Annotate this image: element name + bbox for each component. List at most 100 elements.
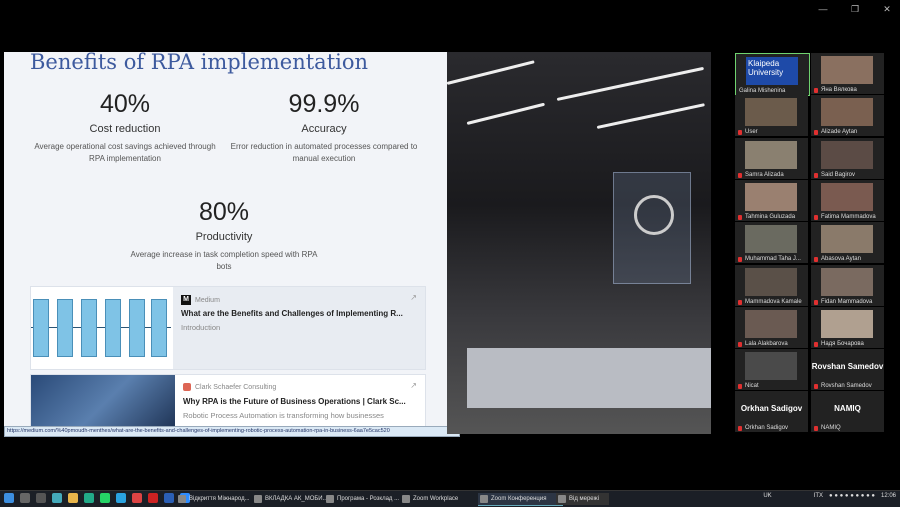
participant-tile[interactable]: Klaipeda University Galina Mishenina [735,53,810,96]
participant-tile[interactable]: Lala Alakbarova [735,306,808,348]
participant-tile[interactable]: Abasova Aytan [811,222,884,264]
participant-video [821,98,873,127]
search-icon[interactable] [20,493,30,503]
participant-video [821,182,873,211]
mic-muted-icon [738,384,742,390]
mic-muted-icon [814,172,818,178]
participant-tile[interactable]: Muhammad Taha J... [735,222,808,264]
mic-muted-icon [814,214,818,220]
participant-video [745,267,797,296]
taskview-icon[interactable] [36,493,46,503]
close-icon[interactable]: ✕ [880,4,894,15]
participant-tile[interactable]: Яна Вялкова [811,53,884,94]
mic-muted-icon [738,426,742,432]
card-image [31,287,171,369]
participant-video [821,225,873,254]
participant-tile[interactable]: Orkhan Sadigov Orkhan Sadigov [735,391,808,433]
external-link-icon[interactable]: ↗ [410,381,417,390]
taskbar-app[interactable]: Відкриття Міжнарод... [176,493,259,505]
windows-start-icon[interactable] [4,493,14,503]
tray-icons[interactable]: ● ● ● ● ● ● ● ● ● [829,493,875,499]
shared-slide: Benefits of RPA implementation 40% Cost … [4,52,447,434]
participant-name: Надя Бочарова [821,340,864,347]
card-source: M Medium [181,295,220,305]
link-card-medium[interactable]: M Medium ↗ What are the Benefits and Cha… [30,286,426,370]
stat-label: Cost reduction [89,123,161,135]
participant-name: Nicat [745,383,759,390]
participant-tile[interactable]: NAMIQ NAMIQ [811,391,884,433]
participant-video [745,225,797,254]
network-status[interactable]: Від мережі [556,493,609,505]
participant-video [821,140,873,169]
explorer-icon[interactable] [68,493,78,503]
participant-tile[interactable]: Fatima Mammadova [811,179,884,221]
mic-muted-icon [738,172,742,178]
restore-icon[interactable]: ❐ [848,4,862,15]
participant-video [745,352,797,381]
card-source: Clark Schaefer Consulting [183,383,276,391]
university-logo: Klaipeda University [746,57,798,85]
card-title[interactable]: What are the Benefits and Challenges of … [181,309,403,318]
mic-muted-icon [814,384,818,390]
participant-tile[interactable]: Nicat [735,349,808,391]
stat-label: Productivity [195,231,253,243]
medium-logo-icon: M [181,295,191,305]
clock[interactable]: 12:06 [881,493,896,499]
participant-video [745,182,797,211]
stat-accuracy: 99.9% Accuracy Error reduction in automa… [226,90,422,165]
participant-video [821,56,873,84]
clark-logo-icon [183,383,191,391]
minimize-icon[interactable]: — [816,4,830,15]
participant-grid: Klaipeda University Galina Mishenina Яна В… [735,53,885,433]
edge-icon[interactable] [84,493,94,503]
window-controls: — ❐ ✕ [816,4,894,15]
link-card-clark[interactable]: Clark Schaefer Consulting ↗ Why RPA is t… [30,374,426,434]
chrome-icon[interactable] [132,493,142,503]
mic-muted-icon [738,257,742,263]
participant-name: NAMIQ [821,425,841,432]
language-indicator[interactable]: UK [763,493,771,499]
participant-display-name: Orkhan Sadigov [740,404,803,414]
participant-name: Alizade Aytan [821,129,858,136]
participant-tile[interactable]: Tahmina Guluzada [735,179,808,221]
participant-name: User [745,129,758,136]
taskbar-app[interactable]: Zoom Workplace [400,493,485,505]
participant-tile[interactable]: Mammadova Kamale [735,264,808,306]
stat-desc: Average increase in task completion spee… [130,250,318,271]
participant-name: Said Bagirov [821,171,856,178]
participant-name: Muhammad Taha J... [745,256,801,263]
stat-value: 99.9% [288,90,360,118]
browser-icon[interactable] [52,493,62,503]
whatsapp-icon[interactable] [100,493,110,503]
participant-tile[interactable]: User [735,95,808,137]
mic-muted-icon [814,130,818,136]
participant-display-name: NAMIQ [834,404,861,414]
card-subtitle: Robotic Process Automation is transformi… [183,411,384,420]
participant-tile[interactable]: Samra Alizada [735,137,808,179]
participant-name: Tahmina Guluzada [745,213,796,220]
stat-value: 80% [198,198,250,226]
external-link-icon[interactable]: ↗ [410,293,417,302]
participant-tile[interactable]: Alizade Aytan [811,95,884,137]
participant-tile[interactable]: Надя Бочарова [811,306,884,348]
mic-muted-icon [738,214,742,220]
participant-name: Orkhan Sadigov [745,425,789,432]
opera-icon[interactable] [148,493,158,503]
participant-name: Fatima Mammadova [821,213,876,220]
tray-label[interactable]: ITX [814,493,823,499]
presenter-video [447,52,711,434]
mic-muted-icon [814,257,818,263]
telegram-icon[interactable] [116,493,126,503]
participant-tile[interactable]: Rovshan Samedov Rovshan Samedov [811,349,884,391]
taskbar: Відкриття Міжнарод... ВКЛАДКА АК_МОБИ...… [0,490,900,507]
participant-tile[interactable]: Said Bagirov [811,137,884,179]
taskbar-app-active[interactable]: Zoom Конференция [478,493,563,506]
stat-desc: Error reduction in automated processes c… [230,142,418,163]
stat-productivity: 80% Productivity Average increase in tas… [126,198,322,273]
participant-name: Rovshan Samedov [821,383,872,390]
participant-tile[interactable]: Fidan Mammadova [811,264,884,306]
card-title[interactable]: Why RPA is the Future of Business Operat… [183,397,406,406]
word-icon[interactable] [164,493,174,503]
stat-label: Accuracy [301,123,347,135]
slide-title: Benefits of RPA implementation [30,52,369,74]
